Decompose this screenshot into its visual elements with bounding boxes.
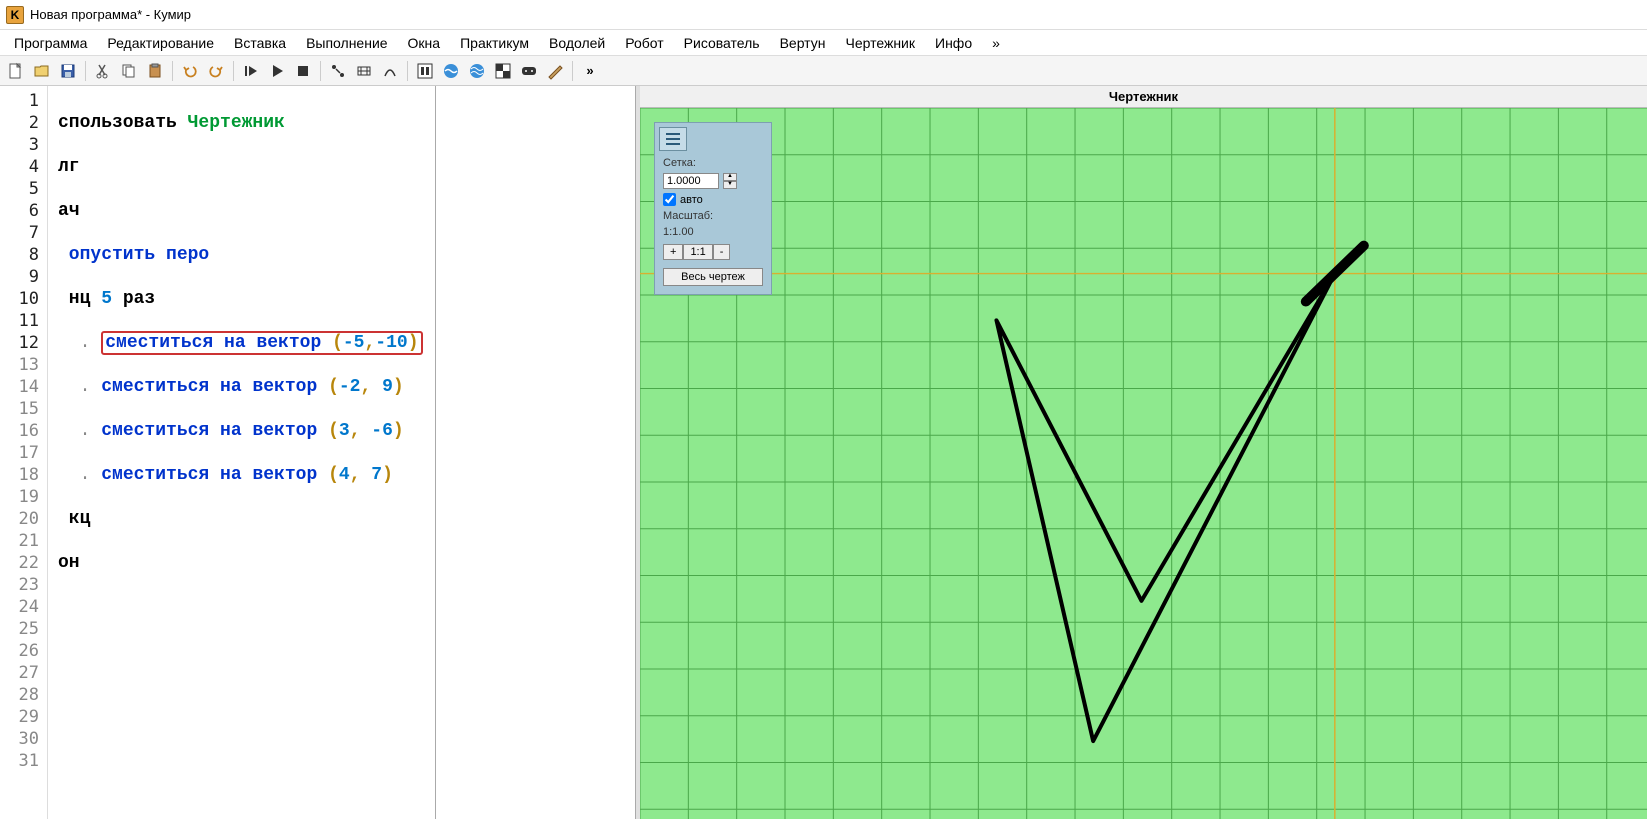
actor-board-icon[interactable] <box>491 59 515 83</box>
main-area: 1234567891011121314151617181920212223242… <box>0 86 1647 819</box>
kw-use: спользовать <box>58 113 188 133</box>
toolbar: » <box>0 56 1647 86</box>
scale-value: 1:1.00 <box>655 224 771 240</box>
menu-info[interactable]: Инфо <box>925 32 982 54</box>
menu-program[interactable]: Программа <box>4 32 97 54</box>
kw-move: сместиться на вектор <box>101 465 328 485</box>
open-file-icon[interactable] <box>30 59 54 83</box>
menubar: Программа Редактирование Вставка Выполне… <box>0 30 1647 56</box>
stop-icon[interactable] <box>291 59 315 83</box>
actor-game-icon[interactable] <box>517 59 541 83</box>
drafter-title: Чертежник <box>640 86 1647 108</box>
menu-run[interactable]: Выполнение <box>296 32 397 54</box>
dot: . <box>80 421 102 441</box>
kw-pendown: опустить перо <box>58 245 209 265</box>
tool-a-icon[interactable] <box>326 59 350 83</box>
kw-alg: лг <box>58 157 80 177</box>
app-icon: K <box>6 6 24 24</box>
toolbar-more-icon[interactable]: » <box>578 59 602 83</box>
menu-practice[interactable]: Практикум <box>450 32 539 54</box>
panel-menu-icon[interactable] <box>659 127 687 151</box>
menu-drafter[interactable]: Чертежник <box>835 32 925 54</box>
kw-move: сместиться на вектор <box>101 421 328 441</box>
grid-step-input[interactable] <box>663 173 719 189</box>
code-editor[interactable]: спользовать Чертежник лг ач опустить пер… <box>48 86 435 819</box>
actor-wave2-icon[interactable] <box>465 59 489 83</box>
drafter-control-panel: Сетка: ▲▼ авто Масштаб: 1:1.00 + 1:1 - <box>654 122 772 295</box>
kw-endloop: кц <box>58 509 90 529</box>
line-gutter: 1234567891011121314151617181920212223242… <box>0 86 48 819</box>
menu-robot[interactable]: Робот <box>615 32 673 54</box>
kw-times: раз <box>112 289 155 309</box>
zoom-in-button[interactable]: + <box>663 244 683 260</box>
tool-c-icon[interactable] <box>378 59 402 83</box>
dot: . <box>80 377 102 397</box>
highlighted-line: сместиться на вектор (-5,-10) <box>101 331 422 355</box>
kw-actor-name: Чертежник <box>188 113 285 133</box>
editor-pane: 1234567891011121314151617181920212223242… <box>0 86 636 819</box>
menu-vodoley[interactable]: Водолей <box>539 32 615 54</box>
zoom-out-button[interactable]: - <box>713 244 731 260</box>
dot: . <box>80 333 102 353</box>
new-file-icon[interactable] <box>4 59 28 83</box>
redo-icon[interactable] <box>204 59 228 83</box>
actor-grid-icon[interactable] <box>413 59 437 83</box>
auto-checkbox[interactable] <box>663 193 676 206</box>
loop-count: 5 <box>101 289 112 309</box>
menu-vertun[interactable]: Вертун <box>770 32 836 54</box>
save-file-icon[interactable] <box>56 59 80 83</box>
actor-pen-icon[interactable] <box>543 59 567 83</box>
menu-edit[interactable]: Редактирование <box>97 32 224 54</box>
grid-label: Сетка: <box>655 155 771 171</box>
copy-icon[interactable] <box>117 59 141 83</box>
kw-move: сместиться на вектор <box>101 377 328 397</box>
menu-more[interactable]: » <box>982 32 1010 54</box>
run-icon[interactable] <box>239 59 263 83</box>
menu-insert[interactable]: Вставка <box>224 32 296 54</box>
zoom-reset-button[interactable]: 1:1 <box>683 244 712 260</box>
tool-b-icon[interactable] <box>352 59 376 83</box>
play-icon[interactable] <box>265 59 289 83</box>
paste-icon[interactable] <box>143 59 167 83</box>
undo-icon[interactable] <box>178 59 202 83</box>
auto-label: авто <box>680 194 703 206</box>
full-drawing-button[interactable]: Весь чертеж <box>663 268 763 286</box>
titlebar: K Новая программа* - Кумир <box>0 0 1647 30</box>
scale-label: Масштаб: <box>655 208 771 224</box>
drafter-pane: Чертежник Сетка: ▲▼ авто Масштаб: <box>636 86 1647 819</box>
menu-windows[interactable]: Окна <box>398 32 451 54</box>
drafter-canvas[interactable]: Сетка: ▲▼ авто Масштаб: 1:1.00 + 1:1 - <box>640 108 1647 819</box>
output-pane[interactable] <box>435 86 635 819</box>
menu-painter[interactable]: Рисователь <box>674 32 770 54</box>
window-title: Новая программа* - Кумир <box>30 7 191 22</box>
dot: . <box>80 465 102 485</box>
kw-loop: нц <box>58 289 101 309</box>
cut-icon[interactable] <box>91 59 115 83</box>
kw-begin: ач <box>58 201 80 221</box>
actor-wave-icon[interactable] <box>439 59 463 83</box>
grid-step-spinner[interactable]: ▲▼ <box>723 173 737 189</box>
kw-end: он <box>58 553 80 573</box>
